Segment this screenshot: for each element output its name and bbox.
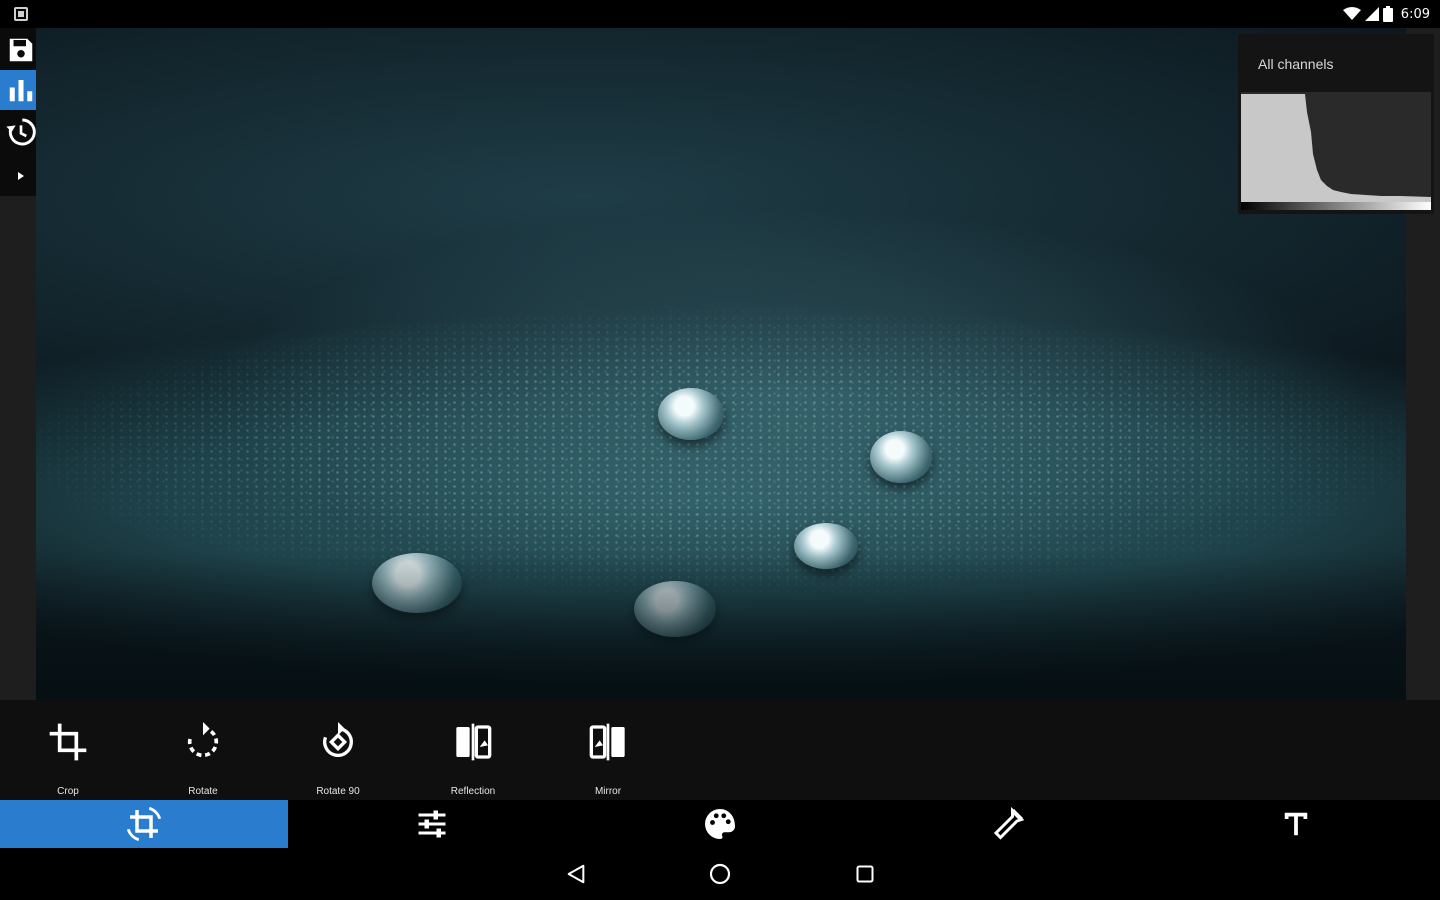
histogram-title: All channels bbox=[1258, 56, 1334, 72]
save-icon bbox=[9, 38, 33, 62]
home-icon bbox=[709, 863, 731, 885]
tool-label: Mirror bbox=[594, 786, 622, 797]
expand-arrow-icon bbox=[18, 172, 24, 180]
mirror-icon bbox=[586, 720, 630, 764]
status-time: 6:09 bbox=[1400, 6, 1430, 22]
histogram-icon bbox=[9, 80, 33, 102]
histogram-panel: All channels bbox=[1238, 34, 1434, 214]
crop-tool[interactable]: Crop bbox=[13, 700, 123, 800]
tool-label: Crop bbox=[57, 786, 79, 797]
mirror-tool[interactable]: Mirror bbox=[553, 700, 663, 800]
photo-vignette bbox=[36, 28, 1406, 700]
tab-color[interactable] bbox=[576, 800, 864, 848]
tool-tray: Crop Rotate Rotate 90 Reflection Mirror bbox=[0, 700, 1440, 800]
home-button[interactable] bbox=[706, 860, 734, 888]
notification-icon bbox=[14, 7, 28, 21]
status-icons: 6:09 bbox=[1342, 5, 1430, 23]
reflection-tool[interactable]: Reflection bbox=[418, 700, 528, 800]
battery-icon bbox=[1382, 6, 1393, 22]
tab-transform[interactable] bbox=[0, 800, 288, 848]
palette-icon bbox=[705, 809, 735, 839]
rotate-90-icon bbox=[316, 720, 360, 764]
tab-adjust[interactable] bbox=[288, 800, 576, 848]
recents-button[interactable] bbox=[851, 860, 879, 888]
tool-label: Rotate bbox=[188, 786, 218, 797]
tool-label: Rotate 90 bbox=[316, 786, 360, 797]
rotate-icon bbox=[181, 720, 225, 764]
history-icon bbox=[6, 118, 36, 146]
recents-icon bbox=[856, 865, 874, 883]
left-side-panel bbox=[0, 196, 36, 700]
rotate-tool[interactable]: Rotate bbox=[148, 700, 258, 800]
text-icon bbox=[1284, 812, 1308, 836]
crop-icon bbox=[46, 720, 90, 764]
rotate-90-tool[interactable]: Rotate 90 bbox=[283, 700, 393, 800]
back-icon bbox=[567, 864, 585, 884]
status-bar: 6:09 bbox=[0, 0, 1440, 28]
tab-text[interactable] bbox=[1152, 800, 1440, 848]
wifi-icon bbox=[1342, 7, 1361, 20]
cell-signal-icon bbox=[1364, 7, 1379, 21]
reflection-icon bbox=[451, 720, 495, 764]
histogram-graph bbox=[1241, 92, 1431, 210]
transform-icon bbox=[126, 806, 162, 842]
system-nav-bar bbox=[0, 848, 1440, 900]
tab-eyedropper[interactable] bbox=[864, 800, 1152, 848]
adjust-sliders-icon bbox=[418, 810, 446, 838]
photo-canvas[interactable] bbox=[36, 28, 1406, 700]
category-tabs bbox=[0, 800, 1440, 848]
back-button[interactable] bbox=[562, 860, 590, 888]
eyedropper-icon bbox=[993, 806, 1025, 840]
tool-label: Reflection bbox=[450, 786, 496, 797]
